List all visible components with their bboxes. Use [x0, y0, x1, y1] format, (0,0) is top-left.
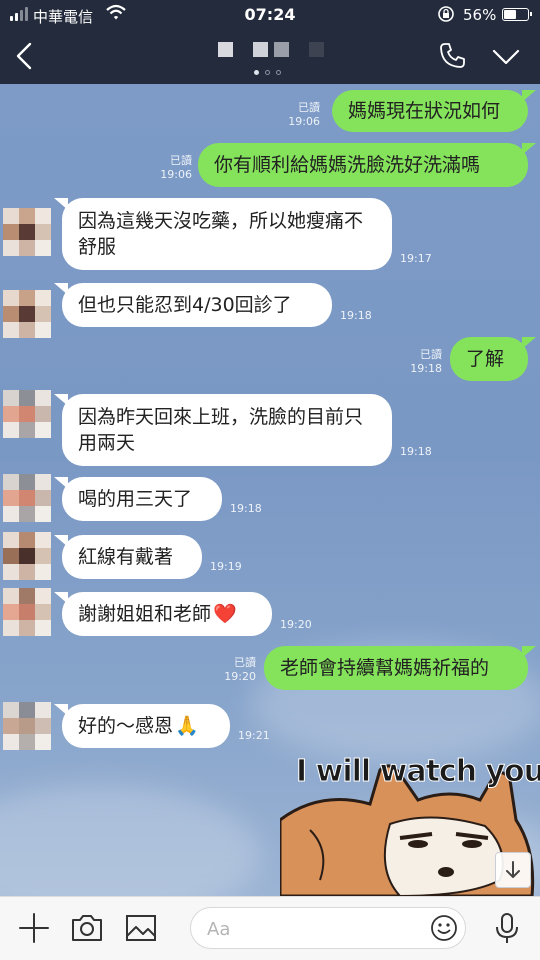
message-text: 好的～感恩	[78, 715, 174, 737]
message-time: 19:17	[400, 252, 432, 265]
message-bubble-received[interactable]: 因為這幾天沒吃藥，所以她瘦痛不舒服	[62, 198, 392, 270]
message-bubble-sent[interactable]: 了解	[450, 337, 528, 381]
avatar[interactable]	[3, 532, 51, 580]
avatar[interactable]	[3, 474, 51, 522]
message-bubble-received[interactable]: 好的～感恩 🙏	[62, 704, 230, 748]
battery-percent: 56%	[463, 6, 497, 24]
composer-bar	[0, 896, 540, 960]
message-time: 19:18	[400, 445, 432, 458]
chevron-down-icon[interactable]	[488, 40, 524, 72]
pray-emoji: 🙏	[175, 715, 199, 737]
chevron-left-icon[interactable]	[6, 36, 46, 76]
message-bubble-sent[interactable]: 老師會持續幫媽媽祈福的	[264, 646, 528, 690]
contact-name-blurred[interactable]	[218, 42, 324, 57]
phone-icon[interactable]	[436, 40, 468, 72]
message-text: 紅線有戴著	[78, 546, 174, 568]
avatar[interactable]	[3, 208, 51, 256]
message-text: 但也只能忍到4/30回診了	[78, 294, 292, 316]
message-time: 19:20	[224, 670, 256, 683]
avatar[interactable]	[3, 702, 51, 750]
rotation-lock-icon	[438, 6, 454, 22]
scroll-to-bottom-button[interactable]	[495, 852, 531, 888]
message-text: 喝的用三天了	[78, 488, 193, 510]
avatar[interactable]	[3, 588, 51, 636]
message-bubble-sent[interactable]: 媽媽現在狀況如何	[332, 90, 528, 132]
read-receipt: 已讀	[170, 154, 192, 167]
message-text: 了解	[466, 348, 505, 370]
read-receipt: 已讀	[420, 348, 442, 361]
camera-icon[interactable]	[70, 911, 104, 945]
status-bar: 中華電信 07:24 56%	[0, 0, 540, 30]
avatar[interactable]	[3, 290, 51, 338]
smiley-icon[interactable]	[429, 913, 459, 943]
avatar[interactable]	[3, 390, 51, 438]
message-time: 19:18	[410, 362, 442, 375]
arrow-down-icon	[506, 861, 520, 878]
microphone-icon[interactable]	[490, 911, 524, 945]
message-time: 19:18	[340, 309, 372, 322]
heart-emoji: ❤️	[213, 603, 237, 625]
message-bubble-received[interactable]: 因為昨天回來上班，洗臉的目前只用兩天	[62, 394, 392, 466]
image-icon[interactable]	[124, 911, 158, 945]
message-bubble-sent[interactable]: 你有順利給媽媽洗臉洗好洗滿嗎	[198, 143, 528, 187]
message-time: 19:19	[210, 560, 242, 573]
clock: 07:24	[244, 5, 296, 24]
message-text: 媽媽現在狀況如何	[348, 100, 501, 122]
message-text: 謝謝姐姐和老師	[78, 603, 212, 625]
message-time: 19:20	[280, 618, 312, 631]
message-bubble-received[interactable]: 但也只能忍到4/30回診了	[62, 283, 332, 327]
read-receipt: 已讀	[234, 656, 256, 669]
sticker-caption: I will watch you	[295, 754, 540, 790]
battery-icon	[502, 8, 532, 21]
message-time: 19:06	[288, 115, 320, 128]
message-bubble-received[interactable]: 謝謝姐姐和老師 ❤️	[62, 592, 272, 636]
message-bubble-received[interactable]: 喝的用三天了	[62, 477, 222, 521]
message-bubble-received[interactable]: 紅線有戴著	[62, 535, 202, 579]
message-text: 因為昨天回來上班，洗臉的目前只用兩天	[78, 406, 364, 454]
message-time: 19:18	[230, 502, 262, 515]
chat-header	[0, 30, 540, 84]
chat-area[interactable]: 已讀 19:06 媽媽現在狀況如何 已讀 19:06 你有順利給媽媽洗臉洗好洗滿…	[0, 84, 540, 896]
message-time: 19:06	[160, 168, 192, 181]
page-indicator	[254, 70, 281, 75]
message-text: 你有順利給媽媽洗臉洗好洗滿嗎	[214, 154, 481, 176]
plus-icon[interactable]	[17, 911, 51, 945]
message-time: 19:21	[238, 729, 270, 742]
message-input[interactable]	[190, 907, 466, 949]
message-text: 老師會持續幫媽媽祈福的	[280, 657, 490, 679]
message-text-field[interactable]	[205, 914, 429, 944]
read-receipt: 已讀	[298, 101, 320, 114]
message-text: 因為這幾天沒吃藥，所以她瘦痛不舒服	[78, 210, 364, 258]
